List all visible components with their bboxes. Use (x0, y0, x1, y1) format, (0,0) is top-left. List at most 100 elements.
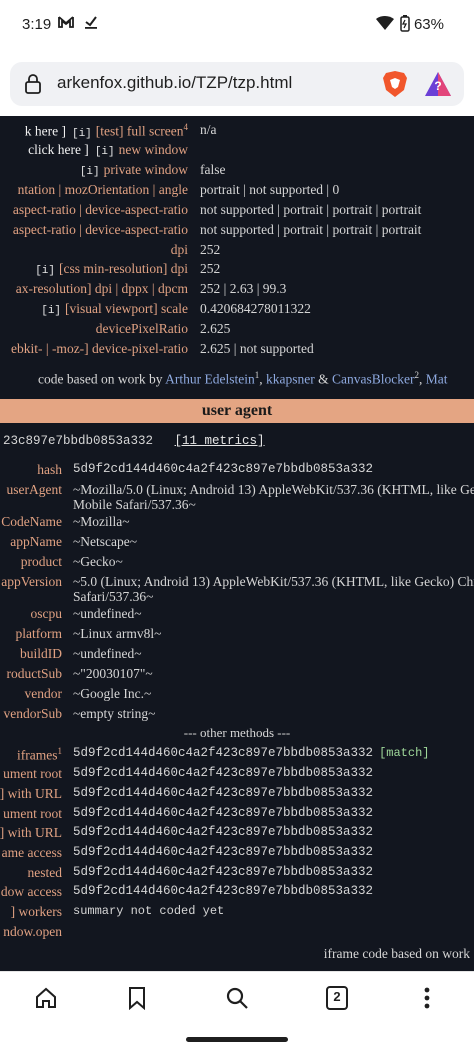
credit-link-canvasblocker[interactable]: CanvasBlocker (332, 372, 414, 387)
wifi-icon (376, 16, 394, 35)
ua-row-label: appName (10, 534, 62, 549)
method-row-value: 5d9f2cd144d460c4a2f423c897e7bbdb0853a332 (73, 766, 373, 780)
ua-row-value: ~Netscape~ (73, 534, 138, 549)
screen-row-label: [i] [css min-resolution] dpi (35, 261, 188, 277)
ua-row-value: ~empty string~ (73, 706, 156, 721)
credit-link-arthur[interactable]: Arthur Edelstein (165, 372, 255, 387)
gmail-icon (58, 15, 74, 33)
metrics-link[interactable]: [11 metrics] (175, 434, 265, 448)
method-label-text: ument root (3, 806, 62, 821)
row-action-link[interactable]: new window (119, 142, 188, 157)
screen-row-value: 2.625 | not supported (200, 341, 314, 356)
screen-row: ebkit- | -moz-] device-pixel-ratio 2.625 … (0, 341, 474, 361)
gesture-bar (0, 1027, 474, 1053)
screen-row-value: not supported | portrait | portrait | po… (200, 222, 422, 237)
screen-row: devicePixelRatio 2.625 (0, 321, 474, 341)
ua-row-label: product (20, 554, 62, 569)
method-label-text: ] with URL (0, 825, 62, 840)
row-label-text: dpi (170, 242, 188, 257)
tab-count: 2 (333, 989, 341, 1004)
method-row-label: ] with URL (0, 825, 62, 841)
screen-row: click here ] [i] new window (0, 142, 474, 162)
screen-row-label: ebkit- | -moz-] device-pixel-ratio (11, 341, 188, 357)
method-value-text: 5d9f2cd144d460c4a2f423c897e7bbdb0853a332 (73, 845, 374, 859)
footnote-sup: 1 (57, 746, 63, 756)
bookmark-icon[interactable] (127, 986, 147, 1015)
ua-row-label: vendor (24, 686, 63, 701)
ua-row-value: ~5.0 (Linux; Android 13) AppleWebKit/537… (73, 574, 474, 589)
brave-rewards-icon[interactable]: ? (423, 70, 453, 103)
method-row-value: 5d9f2cd144d460c4a2f423c897e7bbdb0853a332 (73, 786, 373, 800)
method-label-text: ] workers (10, 904, 62, 919)
screen-row-value: 2.625 (200, 321, 231, 336)
lock-icon[interactable] (24, 74, 42, 99)
method-row-label: iframes1 (17, 746, 62, 764)
battery-percent: 63% (413, 16, 444, 33)
method-row-label: ] workers (11, 904, 62, 920)
ua-row-label: appVersion (1, 574, 62, 589)
address-bar[interactable]: arkenfox.github.io/TZP/tzp.html ? (10, 62, 464, 106)
status-bar: 3:19 63% (0, 0, 474, 52)
row-action-link[interactable]: [test] full screen (96, 124, 184, 139)
screen-row: ntation | mozOrientation | angle portrait… (0, 182, 474, 202)
ua-row-label: buildID (20, 646, 62, 661)
brave-shields-icon[interactable] (382, 70, 408, 103)
tabs-icon[interactable]: 2 (325, 985, 349, 1016)
url-text[interactable]: arkenfox.github.io/TZP/tzp.html (57, 73, 292, 93)
method-row-label: ame access (2, 845, 62, 861)
screen-row-label: [i] private window (80, 162, 188, 178)
gesture-pill[interactable] (186, 1037, 288, 1042)
ua-row-label: CodeName (1, 514, 62, 529)
ua-row-label: roductSub (6, 666, 63, 681)
info-tag[interactable]: [i] (80, 166, 100, 178)
credit-sep: , (259, 371, 263, 387)
method-row-value: 5d9f2cd144d460c4a2f423c897e7bbdb0853a332 (73, 825, 373, 839)
method-row-label: nested (28, 865, 63, 881)
more-icon[interactable] (422, 986, 432, 1015)
credit-link-kkapsner[interactable]: kkapsner (266, 372, 315, 387)
credit-amp: & (318, 371, 329, 387)
screen-row-label: k here ] [i] [test] full screen4 (25, 122, 188, 140)
method-value-text: summary not coded yet (73, 904, 225, 918)
info-tag[interactable]: [i] (35, 265, 55, 277)
method-row-value: 5d9f2cd144d460c4a2f423c897e7bbdb0853a332 (73, 884, 373, 898)
row-label-text: ax-resolution] dpi | dppx | dpcm (15, 281, 188, 296)
credit-link-mat[interactable]: Mat (426, 372, 448, 387)
ua-hash-prefix: 23c897e7bbdb0853a332 (3, 434, 154, 448)
home-icon[interactable] (34, 986, 58, 1015)
method-value-text: 5d9f2cd144d460c4a2f423c897e7bbdb0853a332 (73, 766, 374, 780)
page-content[interactable]: k here ] [i] [test] full screen4 n/a click h… (0, 116, 474, 971)
method-row-value: summary not coded yet (73, 904, 224, 918)
row-label-text: ntation | mozOrientation | angle (17, 182, 188, 197)
ua-row-label: platform (15, 626, 63, 641)
info-tag[interactable]: [i] (95, 146, 115, 158)
method-row-value: 5d9f2cd144d460c4a2f423c897e7bbdb0853a332… (73, 746, 429, 760)
row-label-text: [visual viewport] scale (65, 301, 188, 316)
screen-row-value: false (200, 162, 226, 177)
screen-row: aspect-ratio | device-aspect-ratio not su… (0, 222, 474, 242)
bottom-toolbar: 2 (0, 971, 474, 1027)
info-tag[interactable]: [i] (41, 305, 61, 317)
screen-row-label: aspect-ratio | device-aspect-ratio (13, 202, 188, 218)
row-label-text: k here ] (24, 123, 66, 139)
ua-row-value: ~undefined~ (73, 606, 142, 621)
method-row-label: ] with URL (0, 786, 62, 802)
method-row-value: 5d9f2cd144d460c4a2f423c897e7bbdb0853a332 (73, 845, 373, 859)
ua-row-value: ~Gecko~ (73, 554, 123, 569)
row-label-text: ebkit- | -moz-] device-pixel-ratio (11, 341, 188, 356)
screen-row: aspect-ratio | device-aspect-ratio not su… (0, 202, 474, 222)
battery-icon (400, 15, 410, 37)
screen-row: ax-resolution] dpi | dppx | dpcm 252 | 2.… (0, 281, 474, 301)
ua-row-value-cont: Mobile Safari/537.36~ (73, 497, 196, 512)
section-header-user-agent[interactable]: user agent (0, 399, 474, 423)
ua-row-value: ~Mozilla/5.0 (Linux; Android 13) AppleWe… (73, 482, 474, 497)
method-value-text: 5d9f2cd144d460c4a2f423c897e7bbdb0853a332 (73, 746, 374, 760)
method-row-value: 5d9f2cd144d460c4a2f423c897e7bbdb0853a332 (73, 865, 373, 879)
info-tag[interactable]: [i] (72, 128, 92, 140)
match-badge: [match] (379, 746, 430, 760)
row-label-text: devicePixelRatio (95, 321, 188, 336)
ua-row-value: ~undefined~ (73, 646, 142, 661)
search-icon[interactable] (225, 986, 249, 1015)
ua-row-value: ~"20030107"~ (73, 666, 153, 681)
screen-credit: code based on work by Arthur Edelstein1,… (38, 370, 447, 388)
